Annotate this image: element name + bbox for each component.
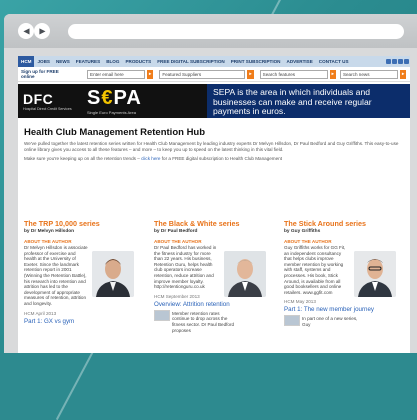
series-column-trp: The TRP 10,000 series by Dr Melvyn Hills… bbox=[18, 219, 148, 333]
email-input[interactable]: Enter email here bbox=[87, 69, 145, 79]
article-thumbnail[interactable] bbox=[154, 309, 170, 321]
about-author-heading: ABOUT THE AUTHOR bbox=[284, 239, 332, 244]
signup-label: Sign up for FREE online bbox=[21, 69, 85, 79]
article-date: HCM May 2013 bbox=[284, 299, 316, 305]
series-title[interactable]: The Black & White series bbox=[154, 219, 278, 228]
nav-item-print-subscription[interactable]: PRINT SUBSCRIPTION bbox=[228, 59, 284, 64]
author-photo-paul-bedford bbox=[224, 251, 266, 297]
author-bio: Dr Melvyn Hillsdon is associate professo… bbox=[24, 245, 88, 306]
about-author-heading: ABOUT THE AUTHOR bbox=[24, 239, 72, 244]
article-thumbnail[interactable] bbox=[284, 315, 300, 327]
top-navigation: HCM JOBS NEWS FEATURES BLOG PRODUCTS FRE… bbox=[18, 56, 410, 67]
search-features-input[interactable]: Search features bbox=[259, 69, 328, 79]
nav-item-advertise[interactable]: ADVERTISE bbox=[284, 59, 316, 64]
browser-toolbar: ◀ ▶ bbox=[4, 14, 417, 48]
author-bio: Guy Griffiths works for GG Fit, an indep… bbox=[284, 245, 346, 295]
article-title[interactable]: Part 1: The new member journey bbox=[284, 306, 408, 313]
about-author-heading: ABOUT THE AUTHOR bbox=[154, 239, 202, 244]
sepa-tagline: Single Euro Payments Area bbox=[87, 110, 136, 115]
subscribe-text-a: Make sure you're keeping up on all the r… bbox=[24, 156, 142, 161]
nav-item-blog[interactable]: BLOG bbox=[103, 59, 122, 64]
address-bar[interactable] bbox=[68, 24, 404, 39]
series-title[interactable]: The Stick Around series bbox=[284, 219, 408, 228]
back-arrow-icon[interactable]: ◀ bbox=[18, 23, 34, 39]
featured-suppliers-select[interactable]: Featured Suppliers bbox=[159, 69, 246, 79]
social-icon[interactable] bbox=[398, 59, 403, 64]
subscribe-text-b: for a FREE digital subscription to Healt… bbox=[160, 156, 283, 161]
go-arrow-icon[interactable]: ▸ bbox=[247, 69, 254, 79]
social-icon[interactable] bbox=[392, 59, 397, 64]
dfc-logo-text: DFC bbox=[23, 91, 54, 107]
search-news-input[interactable]: Search news bbox=[339, 69, 398, 79]
submit-arrow-icon[interactable]: ▸ bbox=[147, 69, 154, 79]
nav-item-free-digital-subscription[interactable]: FREE DIGITAL SUBSCRIPTION bbox=[154, 59, 227, 64]
article-teaser: Member retention rates continue to drop … bbox=[154, 309, 278, 333]
series-column-stick-around: The Stick Around series by Guy Griffiths… bbox=[278, 219, 408, 333]
search-icon[interactable]: ▸ bbox=[399, 69, 407, 79]
search-icon[interactable]: ▸ bbox=[329, 69, 336, 79]
search-row: Sign up for FREE online Enter email here… bbox=[18, 67, 410, 82]
sepa-logo: S€PA Single Euro Payments Area bbox=[81, 84, 207, 118]
advert-banner[interactable]: DFC Hospital Direct Credit Services S€PA… bbox=[18, 84, 410, 118]
browser-window: ◀ ▶ HCM JOBS NEWS FEATURES BLOG PRODUCTS… bbox=[4, 14, 417, 353]
series-author: by Dr Paul Bedford bbox=[154, 229, 198, 234]
social-icon[interactable] bbox=[386, 59, 391, 64]
forward-arrow-icon[interactable]: ▶ bbox=[34, 23, 50, 39]
article-summary: In part one of a new series, Guy bbox=[302, 316, 358, 327]
series-title[interactable]: The TRP 10,000 series bbox=[24, 219, 148, 228]
social-icon[interactable] bbox=[404, 59, 409, 64]
nav-item-features[interactable]: FEATURES bbox=[73, 59, 103, 64]
author-photo-guy-griffiths bbox=[354, 251, 396, 297]
nav-item-products[interactable]: PRODUCTS bbox=[122, 59, 154, 64]
intro-text: We've pulled together the latest retenti… bbox=[24, 141, 399, 152]
nav-item-news[interactable]: NEWS bbox=[53, 59, 73, 64]
site-logo[interactable]: HCM bbox=[18, 56, 35, 67]
subscribe-link[interactable]: click here bbox=[141, 156, 160, 161]
series-author: by Guy Griffiths bbox=[284, 229, 321, 234]
dfc-logo: DFC Hospital Direct Credit Services bbox=[18, 84, 81, 118]
article-summary: Member retention rates continue to drop … bbox=[172, 310, 235, 333]
series-columns: The TRP 10,000 series by Dr Melvyn Hills… bbox=[18, 219, 410, 333]
banner-message: SEPA is the area in which individuals an… bbox=[207, 84, 410, 118]
page-title: Health Club Management Retention Hub bbox=[24, 127, 206, 138]
dfc-tagline: Hospital Direct Credit Services bbox=[23, 107, 72, 111]
article-date: HCM April 2013 bbox=[24, 310, 57, 316]
nav-item-contact-us[interactable]: CONTACT US bbox=[316, 59, 352, 64]
signup-line2: online bbox=[21, 74, 35, 79]
subscribe-text: Make sure you're keeping up on all the r… bbox=[24, 156, 404, 161]
nav-item-jobs[interactable]: JOBS bbox=[34, 59, 53, 64]
article-title[interactable]: Overview: Attrition retention bbox=[154, 301, 278, 308]
author-photo-melvyn-hillsdon bbox=[92, 251, 134, 297]
article-title[interactable]: Part 1: GX vs gym bbox=[24, 318, 148, 325]
article-teaser: In part one of a new series, Guy bbox=[284, 315, 408, 327]
series-author: by Dr Melvyn Hillsdon bbox=[24, 229, 75, 234]
series-column-black-white: The Black & White series by Dr Paul Bedf… bbox=[148, 219, 278, 333]
author-bio: Dr Paul Bedford has worked in the fitnes… bbox=[154, 245, 217, 290]
sepa-logo-text: S€PA bbox=[87, 87, 142, 109]
